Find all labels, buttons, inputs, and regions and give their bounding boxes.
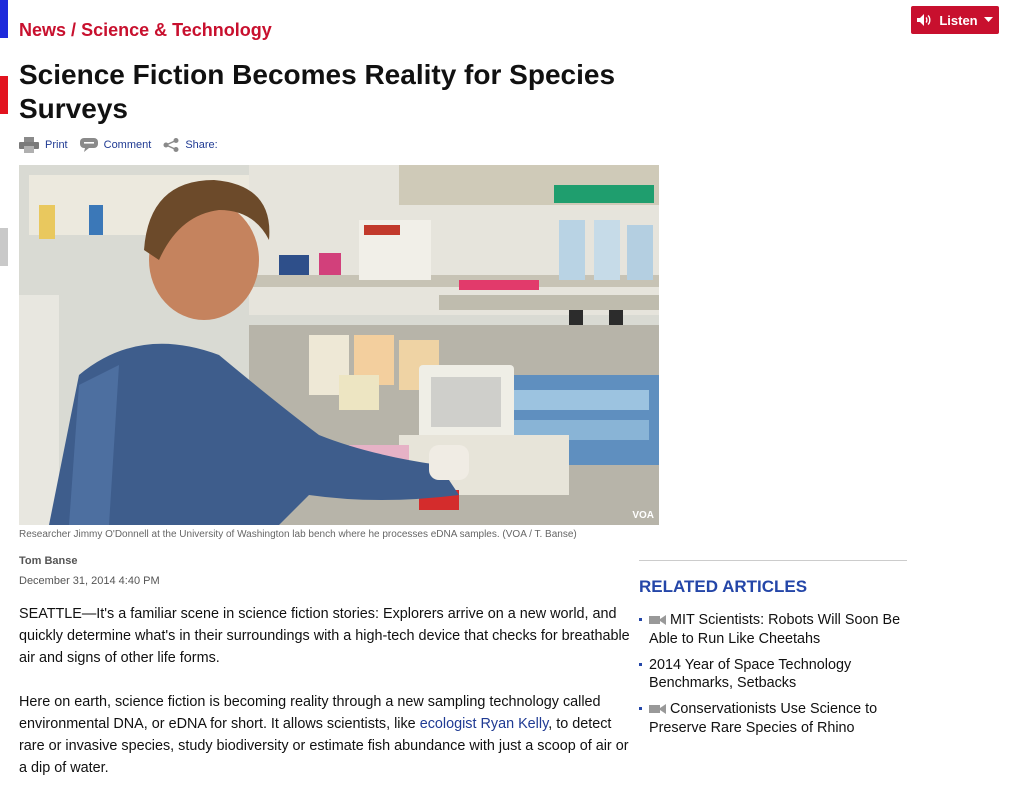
related-article-item[interactable]: 2014 Year of Space Technology Benchmarks… <box>639 656 907 692</box>
comment-button[interactable]: Comment <box>79 138 152 152</box>
caret-down-icon <box>983 17 993 23</box>
share-icon <box>163 138 179 152</box>
related-article-title: MIT Scientists: Robots Will Soon Be Able… <box>649 612 901 647</box>
breadcrumb: News / Science & Technology <box>19 20 272 41</box>
ecologist-ryan-kelly-link[interactable]: ecologist Ryan Kelly <box>420 716 549 732</box>
listen-button[interactable]: Listen <box>911 6 999 34</box>
printer-icon <box>19 137 39 153</box>
edge-tab-blue <box>0 0 8 38</box>
edge-tab-red <box>0 76 8 114</box>
related-articles: RELATED ARTICLES MIT Scientists: Robots … <box>639 560 907 745</box>
related-article-title: Conservationists Use Science to Preserve… <box>649 701 878 736</box>
photo-caption: Researcher Jimmy O'Donnell at the Univer… <box>19 529 577 540</box>
share-label: Share: <box>185 139 218 151</box>
paragraph: Here on earth, science fiction is becomi… <box>19 691 634 779</box>
breadcrumb-news-link[interactable]: News <box>19 20 66 40</box>
article-photo: VOA <box>19 165 659 525</box>
video-camera-icon <box>649 701 666 719</box>
related-article-item[interactable]: Conservationists Use Science to Preserve… <box>639 700 907 737</box>
paragraph: SEATTLE—It's a familiar scene in science… <box>19 606 630 666</box>
share-button[interactable]: Share: <box>163 138 218 152</box>
byline-author[interactable]: Tom Banse <box>19 555 77 567</box>
comment-label: Comment <box>103 139 152 151</box>
print-button[interactable]: Print <box>19 137 68 153</box>
print-label: Print <box>45 139 68 151</box>
article-toolbar: Print Comment Share: <box>19 137 230 153</box>
related-articles-heading: RELATED ARTICLES <box>639 577 808 596</box>
voa-watermark: VOA <box>632 510 654 521</box>
comment-icon <box>79 138 98 152</box>
edge-tab-grey <box>0 228 8 266</box>
related-article-title: 2014 Year of Space Technology Benchmarks… <box>649 657 852 691</box>
related-article-item[interactable]: MIT Scientists: Robots Will Soon Be Able… <box>639 611 907 648</box>
speaker-icon <box>917 14 933 26</box>
breadcrumb-separator: / <box>71 20 77 40</box>
article-body: SEATTLE—It's a familiar scene in science… <box>19 603 634 801</box>
video-camera-icon <box>649 612 666 630</box>
publish-date: December 31, 2014 4:40 PM <box>19 575 160 587</box>
breadcrumb-science-technology-link[interactable]: Science & Technology <box>81 20 272 40</box>
listen-label: Listen <box>939 12 978 28</box>
article-title: Science Fiction Becomes Reality for Spec… <box>19 59 616 124</box>
